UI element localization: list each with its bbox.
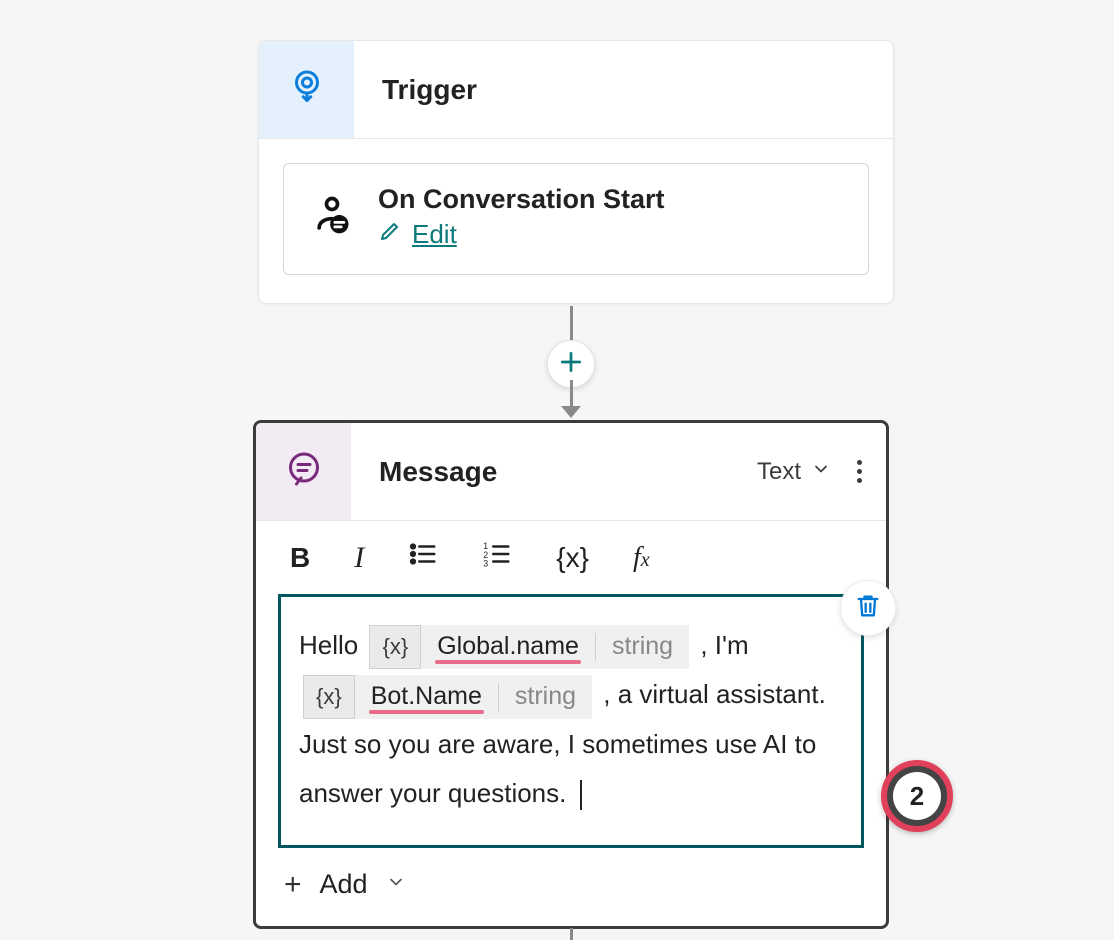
italic-button[interactable]: I — [354, 541, 364, 575]
view-mode-dropdown[interactable]: Text — [757, 458, 831, 486]
view-mode-label: Text — [757, 458, 801, 486]
connector-line — [570, 380, 573, 408]
insert-variable-button[interactable]: {x} — [556, 542, 589, 574]
text-cursor — [580, 780, 582, 810]
message-card: Message Text B I — [253, 420, 889, 929]
connector-arrowhead — [561, 406, 581, 418]
delete-content-button[interactable] — [840, 580, 896, 636]
annotation-badge-number: 2 — [893, 772, 941, 820]
connector-line — [570, 928, 573, 940]
more-actions-button[interactable] — [853, 456, 866, 487]
chat-bubble-icon — [286, 451, 322, 492]
trigger-card: Trigger On Conversation Start — [258, 40, 894, 304]
add-variation-button[interactable]: + Add — [256, 848, 886, 926]
edit-link-label: Edit — [412, 219, 457, 250]
variable-name: Global.name — [421, 625, 595, 669]
trigger-header: Trigger — [259, 41, 893, 139]
message-editor-wrap: Hello {x} Global.name string , I'm {x} B… — [256, 594, 886, 848]
numbered-list-button[interactable]: 1 2 3 — [482, 539, 512, 576]
variable-name: Bot.Name — [355, 675, 498, 719]
pencil-icon — [378, 219, 402, 250]
plus-icon — [558, 349, 584, 380]
variable-icon: {x} — [303, 675, 355, 719]
message-editor[interactable]: Hello {x} Global.name string , I'm {x} B… — [278, 594, 864, 848]
insert-formula-button[interactable]: fx — [633, 542, 650, 574]
variable-type: string — [596, 625, 689, 669]
trash-icon — [854, 592, 882, 625]
variable-type: string — [499, 675, 592, 719]
editor-toolbar: B I 1 2 3 {x} fx — [256, 521, 886, 594]
trigger-event-title: On Conversation Start — [378, 184, 665, 215]
variable-icon: {x} — [369, 625, 421, 669]
trigger-icon — [289, 69, 325, 110]
variable-chip-global-name[interactable]: {x} Global.name string — [369, 625, 689, 669]
text-segment: , I'm — [700, 630, 748, 660]
conversation-user-icon — [310, 193, 354, 242]
trigger-title: Trigger — [382, 74, 477, 106]
plus-icon: + — [284, 868, 302, 902]
message-header: Message Text — [256, 423, 886, 521]
chevron-down-icon — [386, 872, 406, 898]
trigger-event-text: On Conversation Start Edit — [378, 184, 665, 250]
message-title: Message — [379, 456, 757, 488]
edit-link[interactable]: Edit — [378, 219, 457, 250]
trigger-icon-cell — [259, 41, 354, 138]
annotation-badge: 2 — [881, 760, 953, 832]
variable-chip-bot-name[interactable]: {x} Bot.Name string — [303, 675, 592, 719]
trigger-event-box[interactable]: On Conversation Start Edit — [283, 163, 869, 275]
bullet-list-button[interactable] — [408, 539, 438, 576]
bold-button[interactable]: B — [290, 542, 310, 574]
text-segment: Hello — [299, 630, 365, 660]
message-header-right: Text — [757, 456, 886, 487]
connector-line — [570, 306, 573, 344]
message-icon-cell — [256, 423, 351, 520]
trigger-body: On Conversation Start Edit — [259, 139, 893, 303]
add-label: Add — [320, 869, 368, 900]
chevron-down-icon — [811, 458, 831, 486]
svg-text:3: 3 — [483, 559, 488, 569]
